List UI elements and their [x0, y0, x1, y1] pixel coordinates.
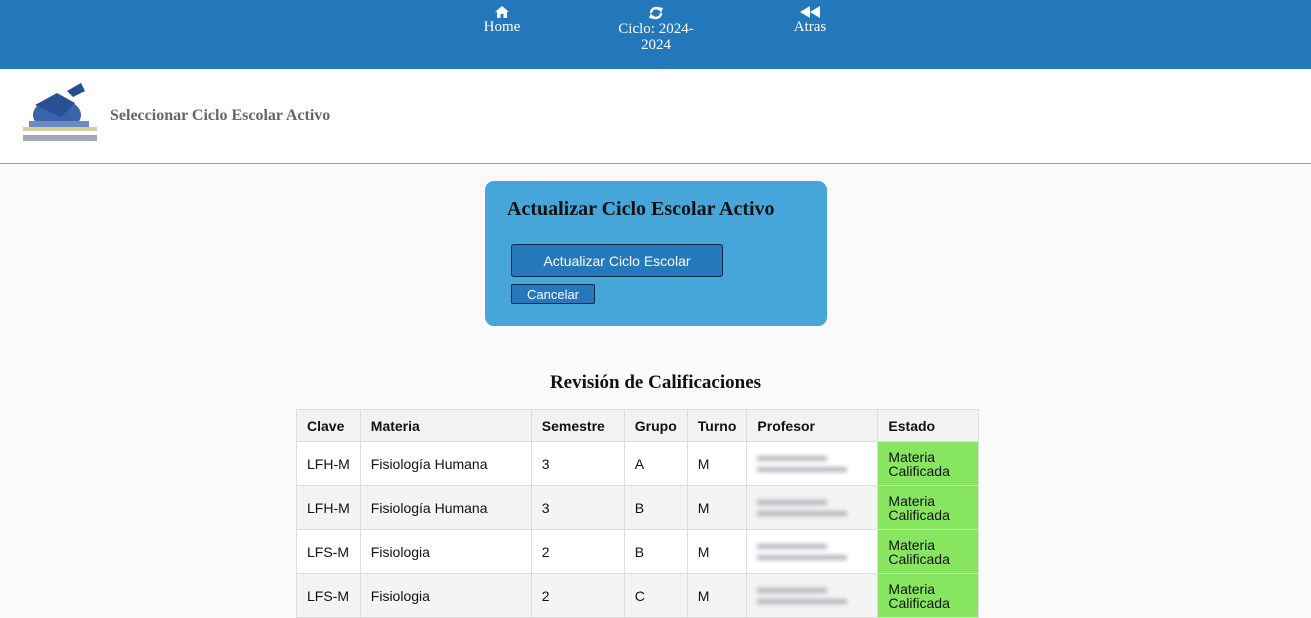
table-row: LFH-M Fisiología Humana 3 A M Materia Ca… — [296, 441, 980, 486]
cell-turno: M — [686, 441, 748, 486]
redacted-name — [757, 499, 867, 516]
grades-table: Clave Materia Semestre Grupo Turno Profe… — [296, 409, 980, 618]
cell-grupo: B — [623, 529, 688, 574]
update-cycle-button[interactable]: Actualizar Ciclo Escolar — [511, 244, 723, 277]
cell-materia: Fisiología Humana — [359, 485, 532, 530]
cell-semestre: 2 — [530, 529, 625, 574]
cell-profesor — [746, 573, 879, 618]
redacted-name — [757, 543, 867, 560]
cell-materia: Fisiologia — [359, 573, 532, 618]
cell-materia: Fisiologia — [359, 529, 532, 574]
cell-semestre: 2 — [530, 573, 625, 618]
update-cycle-card: Actualizar Ciclo Escolar Activo Actualiz… — [485, 181, 827, 326]
nav-home[interactable]: Home — [478, 6, 526, 35]
cell-estado: Materia Calificada — [877, 573, 980, 618]
cell-clave: LFH-M — [296, 441, 361, 486]
cell-estado: Materia Calificada — [877, 485, 980, 530]
col-semestre: Semestre — [530, 409, 625, 442]
col-turno: Turno — [686, 409, 748, 442]
cell-estado: Materia Calificada — [877, 441, 980, 486]
table-row: LFS-M Fisiologia 2 C M Materia Calificad… — [296, 573, 980, 618]
home-icon — [495, 6, 509, 18]
table-header-row: Clave Materia Semestre Grupo Turno Profe… — [296, 409, 980, 442]
cancel-button[interactable]: Cancelar — [511, 284, 595, 304]
cell-profesor — [746, 441, 879, 486]
cell-turno: M — [686, 573, 748, 618]
redacted-name — [757, 587, 867, 604]
page-title: Seleccionar Ciclo Escolar Activo — [110, 107, 331, 124]
col-clave: Clave — [296, 409, 361, 442]
table-row: LFS-M Fisiologia 2 B M Materia Calificad… — [296, 529, 980, 574]
refresh-icon — [649, 6, 663, 20]
top-navbar: Home Ciclo: 2024-2024 Atras — [0, 0, 1311, 69]
cell-turno: M — [686, 529, 748, 574]
nav-atras-label: Atras — [793, 19, 827, 35]
nav-atras[interactable]: Atras — [788, 6, 832, 35]
cell-clave: LFS-M — [296, 529, 361, 574]
col-profesor: Profesor — [746, 409, 879, 442]
cell-clave: LFH-M — [296, 485, 361, 530]
redacted-name — [757, 455, 867, 472]
cell-grupo: C — [623, 573, 688, 618]
cell-turno: M — [686, 485, 748, 530]
cell-profesor — [746, 485, 879, 530]
col-estado: Estado — [877, 409, 980, 442]
col-grupo: Grupo — [623, 409, 688, 442]
cell-profesor — [746, 529, 879, 574]
cell-materia: Fisiología Humana — [359, 441, 532, 486]
page-header: Seleccionar Ciclo Escolar Activo — [0, 69, 1311, 164]
cell-semestre: 3 — [530, 441, 625, 486]
cell-clave: LFS-M — [296, 573, 361, 618]
backward-icon — [800, 6, 820, 18]
nav-ciclo[interactable]: Ciclo: 2024-2024 — [606, 6, 706, 53]
grades-title: Revisión de Calificaciones — [549, 372, 762, 393]
nav-ciclo-label: Ciclo: 2024-2024 — [618, 21, 694, 53]
cell-grupo: A — [623, 441, 688, 486]
nav-home-label: Home — [483, 19, 521, 35]
col-materia: Materia — [359, 409, 532, 442]
cell-semestre: 3 — [530, 485, 625, 530]
cell-grupo: B — [623, 485, 688, 530]
table-row: LFH-M Fisiología Humana 3 B M Materia Ca… — [296, 485, 980, 530]
card-title: Actualizar Ciclo Escolar Activo — [507, 198, 775, 220]
school-logo — [23, 83, 97, 141]
cell-estado: Materia Calificada — [877, 529, 980, 574]
